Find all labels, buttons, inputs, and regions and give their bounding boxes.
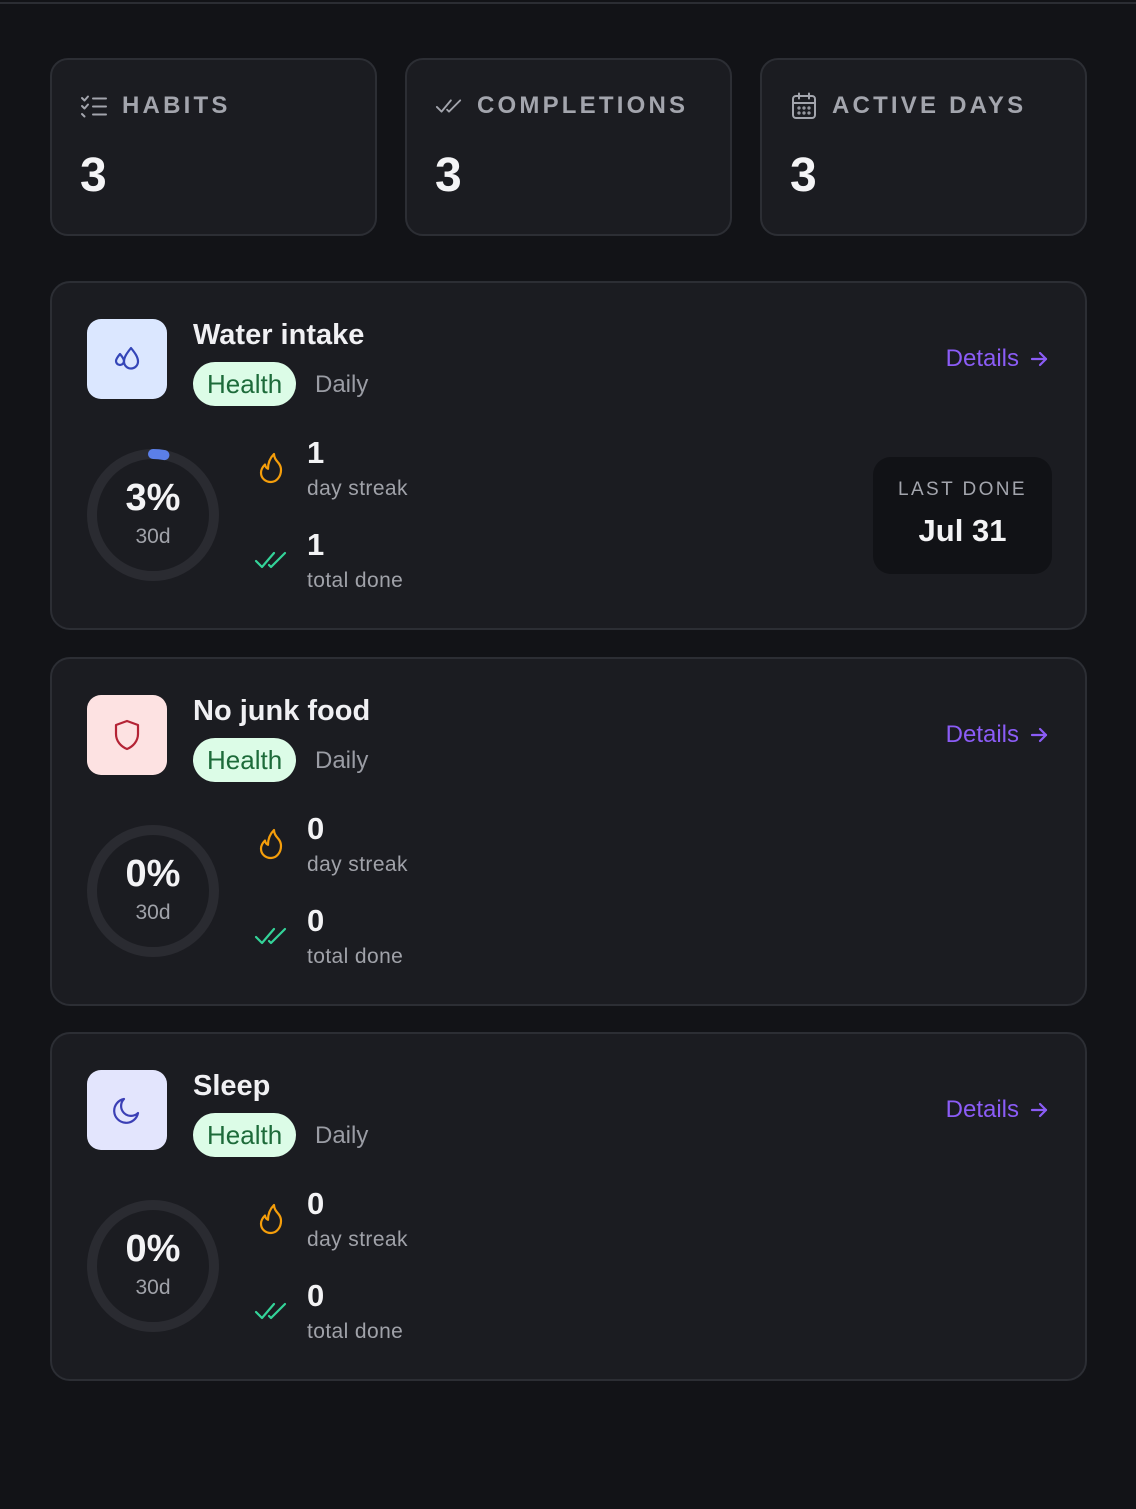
stat-card-habits: HABITS 3 xyxy=(50,58,377,236)
stat-value: 3 xyxy=(80,149,107,202)
completion-percent: 0% xyxy=(125,853,181,895)
double-check-icon xyxy=(254,543,288,577)
double-check-icon xyxy=(254,919,288,953)
shield-icon xyxy=(87,695,167,775)
stat-card-completions: COMPLETIONS 3 xyxy=(405,58,732,236)
details-link[interactable]: Details xyxy=(946,1096,1049,1124)
habit-card-sleep: Sleep Health Daily Details 0% 30d 0 day … xyxy=(50,1032,1087,1381)
frequency-label: Daily xyxy=(315,747,369,774)
category-tag: Health xyxy=(193,362,297,406)
progress-ring: 0% 30d xyxy=(86,824,220,958)
checklist-icon xyxy=(80,92,108,120)
streak-label: day streak xyxy=(307,477,408,500)
last-done-label: LAST DONE xyxy=(898,479,1027,500)
stat-value: 3 xyxy=(790,149,817,202)
streak-label: day streak xyxy=(307,853,408,876)
total-label: total done xyxy=(307,1320,404,1343)
flame-icon xyxy=(254,451,288,485)
details-link[interactable]: Details xyxy=(946,345,1049,373)
completion-percent: 0% xyxy=(125,1228,181,1270)
details-label: Details xyxy=(945,345,1019,372)
progress-ring: 0% 30d xyxy=(86,1199,220,1333)
water-drops-icon xyxy=(87,319,167,399)
completion-window: 30d xyxy=(135,901,171,924)
progress-ring: 3% 30d xyxy=(86,448,220,582)
flame-icon xyxy=(254,1202,288,1236)
stats-row: HABITS 3 COMPLETIONS 3 ACTIVE DAYS 3 xyxy=(50,58,1087,236)
habit-name: Water intake xyxy=(193,319,365,351)
completion-percent: 3% xyxy=(125,477,181,519)
flame-icon xyxy=(254,827,288,861)
category-tag: Health xyxy=(193,1113,297,1157)
category-tag: Health xyxy=(193,738,297,782)
top-divider xyxy=(0,0,1136,4)
streak-count: 0 xyxy=(307,1186,325,1221)
calendar-icon xyxy=(790,92,818,120)
last-done-date: Jul 31 xyxy=(918,513,1007,548)
total-count: 0 xyxy=(307,1278,325,1313)
moon-icon xyxy=(87,1070,167,1150)
streak-count: 1 xyxy=(307,435,325,470)
total-label: total done xyxy=(307,569,404,592)
stat-label: ACTIVE DAYS xyxy=(832,92,1027,119)
frequency-label: Daily xyxy=(315,1122,369,1149)
total-count: 1 xyxy=(307,527,325,562)
habit-card-water-intake: Water intake Health Daily Details 3% 30d… xyxy=(50,281,1087,630)
habit-name: Sleep xyxy=(193,1070,271,1102)
habit-name: No junk food xyxy=(193,695,371,727)
arrow-right-icon xyxy=(1030,351,1048,367)
streak-label: day streak xyxy=(307,1228,408,1251)
completion-window: 30d xyxy=(135,1276,171,1299)
stat-label: HABITS xyxy=(122,92,231,119)
stat-value: 3 xyxy=(435,149,462,202)
stat-label: COMPLETIONS xyxy=(477,92,689,119)
stat-card-active-days: ACTIVE DAYS 3 xyxy=(760,58,1087,236)
habit-card-no-junk-food: No junk food Health Daily Details 0% 30d… xyxy=(50,657,1087,1006)
completion-window: 30d xyxy=(135,525,171,548)
details-link[interactable]: Details xyxy=(946,721,1049,749)
total-count: 0 xyxy=(307,903,325,938)
last-done-box: LAST DONE Jul 31 xyxy=(873,457,1052,574)
arrow-right-icon xyxy=(1030,1102,1048,1118)
arrow-right-icon xyxy=(1030,727,1048,743)
details-label: Details xyxy=(945,721,1019,748)
details-label: Details xyxy=(945,1096,1019,1123)
streak-count: 0 xyxy=(307,811,325,846)
double-check-icon xyxy=(435,92,463,120)
frequency-label: Daily xyxy=(315,371,369,398)
total-label: total done xyxy=(307,945,404,968)
double-check-icon xyxy=(254,1294,288,1328)
